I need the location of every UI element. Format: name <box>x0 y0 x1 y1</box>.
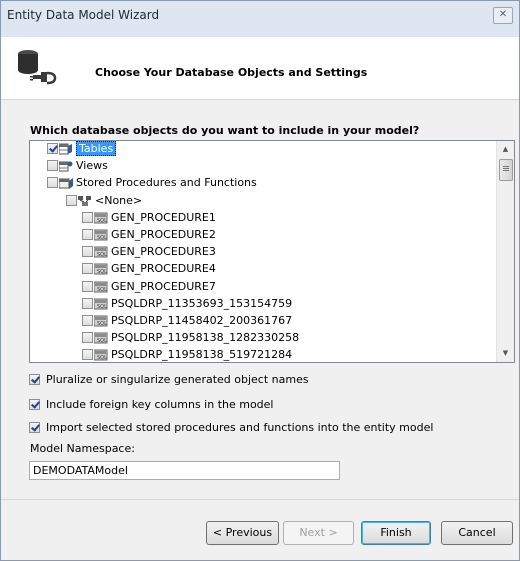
pluralize-checkbox[interactable] <box>29 374 40 385</box>
tree-item-checkbox[interactable] <box>47 143 58 154</box>
tree-item[interactable]: SQL GEN_PROCEDURE1 <box>30 210 496 227</box>
view-icon <box>58 160 73 172</box>
svg-text:SQL: SQL <box>97 252 107 258</box>
tree-item[interactable]: Tables <box>30 141 496 158</box>
tree-item-label: PSQLDRP_11458402_200361767 <box>111 314 293 327</box>
tree-item[interactable]: SQL PSQLDRP_11958138_1282330258 <box>30 330 496 347</box>
tree-item[interactable]: SQL GEN_PROCEDURE4 <box>30 261 496 278</box>
svg-text:SQL: SQL <box>97 269 107 275</box>
footer-divider <box>1 499 519 500</box>
procedure-icon: SQL <box>93 229 108 241</box>
svg-text:SQL: SQL <box>97 287 107 293</box>
procedure-icon: SQL <box>93 263 108 275</box>
scroll-thumb[interactable] <box>499 159 513 181</box>
svg-text:SQL: SQL <box>97 338 107 344</box>
svg-text:SQL: SQL <box>97 218 107 224</box>
tree-item-label: PSQLDRP_11958138_519721284 <box>111 348 293 362</box>
namespace-input[interactable] <box>29 461 340 480</box>
svg-text:SQL: SQL <box>97 355 107 361</box>
page-title: Choose Your Database Objects and Setting… <box>95 66 368 79</box>
tree-item-checkbox[interactable] <box>82 280 93 292</box>
tree-item-label: <None> <box>95 193 143 207</box>
previous-button[interactable]: < Previous <box>206 521 279 545</box>
tree-item-checkbox[interactable] <box>82 297 93 309</box>
tree-item-checkbox[interactable] <box>82 349 93 361</box>
tree-item-label: GEN_PROCEDURE1 <box>111 210 216 224</box>
procedure-folder-icon <box>58 177 73 190</box>
tree-item-checkbox[interactable] <box>82 263 93 275</box>
next-button[interactable]: Next > <box>283 521 354 545</box>
tree-item[interactable]: Views <box>30 158 496 175</box>
tree-item[interactable]: <None> <box>30 193 496 210</box>
tree-item-label: Views <box>76 159 108 173</box>
tree-item[interactable]: SQL GEN_PROCEDURE7 <box>30 279 496 296</box>
tree-item-label: Stored Procedures and Functions <box>76 176 257 190</box>
finish-button[interactable]: Finish <box>361 521 431 545</box>
svg-text:SQL: SQL <box>97 304 107 310</box>
procedure-icon: SQL <box>93 332 108 344</box>
foreign-key-label: Include foreign key columns in the model <box>46 398 274 411</box>
svg-text:SQL: SQL <box>97 235 107 241</box>
title-bar: Entity Data Model Wizard ✕ <box>1 1 519 37</box>
import-procedures-checkbox[interactable] <box>29 422 40 433</box>
tree-item-checkbox[interactable] <box>47 177 58 189</box>
database-connection-icon <box>18 50 57 85</box>
scroll-up-arrow-icon[interactable]: ▲ <box>497 141 514 158</box>
tree-item-label: GEN_PROCEDURE2 <box>111 228 216 241</box>
tree-item[interactable]: SQL PSQLDRP_11353693_153154759 <box>30 296 496 313</box>
tree-item-label: PSQLDRP_11353693_153154759 <box>111 296 293 310</box>
tree-item-checkbox[interactable] <box>82 315 93 326</box>
procedure-icon: SQL <box>93 212 108 224</box>
tree-item[interactable]: Stored Procedures and Functions <box>30 175 496 192</box>
tree-item-label: Tables <box>76 141 117 156</box>
import-procedures-label: Import selected stored procedures and fu… <box>46 421 434 434</box>
tree-item-label: GEN_PROCEDURE7 <box>111 279 216 293</box>
svg-text:SQL: SQL <box>97 321 107 327</box>
pluralize-label: Pluralize or singularize generated objec… <box>46 373 309 386</box>
schema-icon <box>78 195 92 207</box>
procedure-icon: SQL <box>93 298 108 310</box>
tree-item-label: PSQLDRP_11958138_1282330258 <box>111 331 300 345</box>
foreign-key-checkbox[interactable] <box>29 399 40 410</box>
tree-item-checkbox[interactable] <box>47 160 58 172</box>
wizard-window: Entity Data Model Wizard ✕ Choose Your D… <box>0 0 520 561</box>
tree-scrollbar[interactable]: ▲ ▼ <box>496 141 514 362</box>
procedure-icon: SQL <box>93 281 108 293</box>
tree-item-checkbox[interactable] <box>82 332 93 344</box>
procedure-icon: SQL <box>93 315 108 327</box>
procedure-icon: SQL <box>93 246 108 258</box>
objects-question: Which database objects do you want to in… <box>30 124 420 137</box>
scroll-down-arrow-icon[interactable]: ▼ <box>497 345 514 362</box>
database-objects-tree[interactable]: Tables Views Stored Procedures and Functio… <box>29 140 515 363</box>
tree-item-label: GEN_PROCEDURE3 <box>111 245 216 259</box>
tree-item-checkbox[interactable] <box>82 229 93 240</box>
tree-item-checkbox[interactable] <box>82 211 93 223</box>
tree-item-checkbox[interactable] <box>82 246 93 258</box>
tree-item[interactable]: SQL PSQLDRP_11458402_200361767 <box>30 313 496 330</box>
procedure-icon: SQL <box>93 349 108 361</box>
tree-item[interactable]: SQL PSQLDRP_11958138_519721284 <box>30 347 496 362</box>
tree-item[interactable]: SQL GEN_PROCEDURE2 <box>30 227 496 244</box>
tree-item-checkbox[interactable] <box>66 194 77 206</box>
cancel-button[interactable]: Cancel <box>441 521 513 545</box>
window-title: Entity Data Model Wizard <box>7 8 160 22</box>
close-button[interactable]: ✕ <box>493 7 513 24</box>
tree-item-label: GEN_PROCEDURE4 <box>111 262 216 276</box>
tree-item[interactable]: SQL GEN_PROCEDURE3 <box>30 244 496 261</box>
table-icon <box>58 143 73 155</box>
namespace-label: Model Namespace: <box>30 442 135 455</box>
wizard-header: Choose Your Database Objects and Setting… <box>1 37 519 100</box>
